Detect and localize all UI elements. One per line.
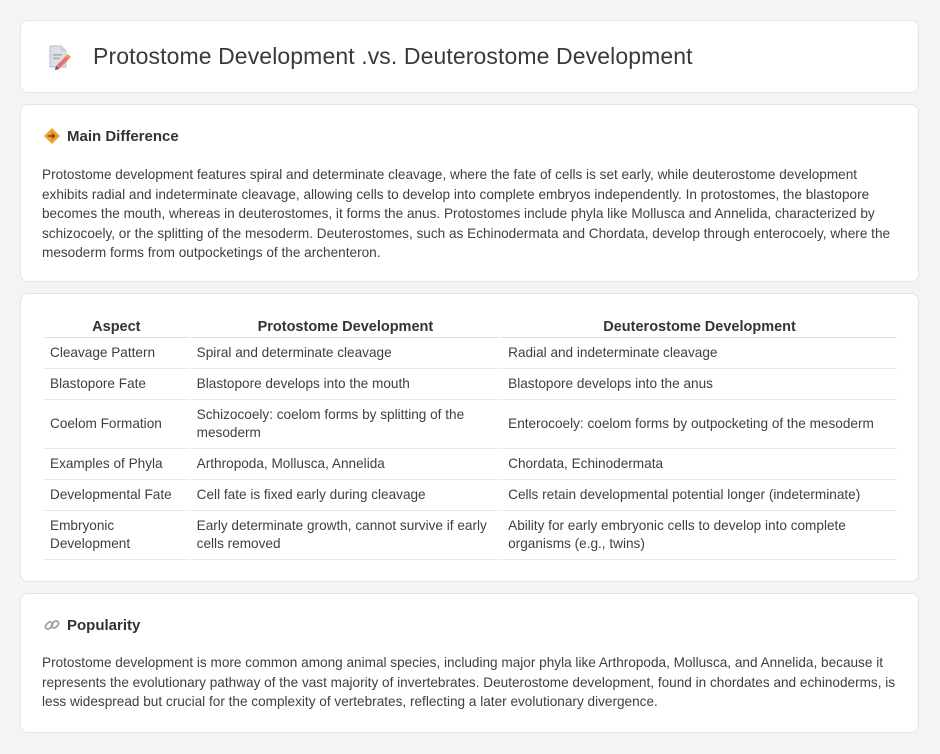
table-row: Blastopore Fate Blastopore develops into… <box>44 369 897 400</box>
table-row: Cleavage Pattern Spiral and determinate … <box>44 338 897 369</box>
popularity-card: Popularity Protostome development is mor… <box>20 593 919 733</box>
table-row: Examples of Phyla Arthropoda, Mollusca, … <box>44 449 897 480</box>
table-cell: Blastopore Fate <box>44 369 189 400</box>
column-header-deuterostome: Deuterostome Development <box>502 316 897 338</box>
main-difference-heading: Main Difference <box>67 127 179 145</box>
table-row: Embryonic Development Early determinate … <box>44 511 897 560</box>
table-cell: Examples of Phyla <box>44 449 189 480</box>
main-difference-text: Protostome development features spiral a… <box>42 167 891 261</box>
table-cell: Embryonic Development <box>44 511 189 560</box>
table-cell: Cell fate is fixed early during cleavage <box>190 480 501 511</box>
table-cell: Early determinate growth, cannot survive… <box>190 511 501 560</box>
popularity-text: Protostome development is more common am… <box>42 655 896 710</box>
page-title: Protostome Development .vs. Deuterostome… <box>93 43 693 69</box>
main-difference-card: Main Difference Protostome development f… <box>20 104 919 282</box>
table-cell: Blastopore develops into the anus <box>502 369 897 400</box>
diamond-arrows-icon <box>43 127 61 145</box>
table-row: Developmental Fate Cell fate is fixed ea… <box>44 480 897 511</box>
table-cell: Schizocoely: coelom forms by splitting o… <box>190 400 501 449</box>
link-icon <box>43 616 61 634</box>
table-cell: Developmental Fate <box>44 480 189 511</box>
table-cell: Radial and indeterminate cleavage <box>502 338 897 369</box>
comparison-table: Aspect Protostome Development Deuterosto… <box>42 316 899 560</box>
table-cell: Spiral and determinate cleavage <box>190 338 501 369</box>
column-header-protostome: Protostome Development <box>190 316 501 338</box>
table-row: Coelom Formation Schizocoely: coelom for… <box>44 400 897 449</box>
comparison-table-card: Aspect Protostome Development Deuterosto… <box>20 293 919 582</box>
table-cell: Enterocoely: coelom forms by outpocketin… <box>502 400 897 449</box>
table-cell: Blastopore develops into the mouth <box>190 369 501 400</box>
popularity-heading: Popularity <box>67 616 141 634</box>
title-card: Protostome Development .vs. Deuterostome… <box>20 20 919 93</box>
table-cell: Coelom Formation <box>44 400 189 449</box>
table-cell: Cells retain developmental potential lon… <box>502 480 897 511</box>
table-cell: Chordata, Echinodermata <box>502 449 897 480</box>
table-header-row: Aspect Protostome Development Deuterosto… <box>44 316 897 338</box>
table-cell: Arthropoda, Mollusca, Annelida <box>190 449 501 480</box>
table-cell: Cleavage Pattern <box>44 338 189 369</box>
table-cell: Ability for early embryonic cells to dev… <box>502 511 897 560</box>
document-pencil-icon <box>47 44 71 70</box>
column-header-aspect: Aspect <box>44 316 189 338</box>
